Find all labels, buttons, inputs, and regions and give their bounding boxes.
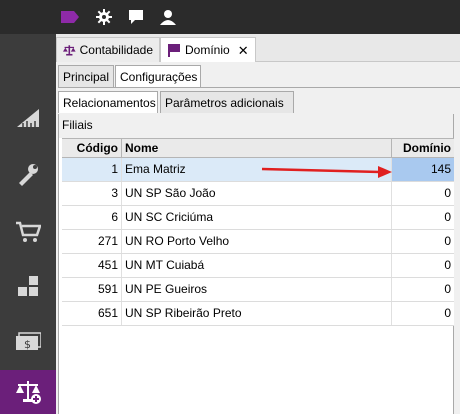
document-tab-bar: Contabilidade Domínio ✕ bbox=[56, 34, 460, 62]
flag-icon bbox=[168, 44, 180, 57]
tab-dominio[interactable]: Domínio ✕ bbox=[160, 37, 256, 62]
table-row[interactable]: 6 UN SC Criciúma 0 bbox=[62, 206, 454, 230]
cell-codigo: 1 bbox=[62, 158, 122, 181]
cell-codigo: 6 bbox=[62, 206, 122, 229]
tab-principal[interactable]: Principal bbox=[58, 65, 114, 87]
cell-dominio[interactable]: 0 bbox=[392, 254, 454, 277]
tab-parametros-adicionais[interactable]: Parâmetros adicionais bbox=[160, 91, 294, 113]
tab-label: Relacionamentos bbox=[63, 95, 156, 110]
tab-label: Configurações bbox=[120, 69, 198, 84]
cell-dominio[interactable]: 0 bbox=[392, 182, 454, 205]
relacionamentos-panel: Filiais Código Nome Domínio 1 Ema Matriz… bbox=[58, 114, 454, 414]
column-header-codigo[interactable]: Código bbox=[62, 139, 122, 158]
boxes-icon bbox=[18, 276, 38, 296]
svg-text:$: $ bbox=[24, 338, 31, 351]
table-row[interactable]: 451 UN MT Cuiabá 0 bbox=[62, 254, 454, 278]
tab-label: Parâmetros adicionais bbox=[165, 95, 284, 110]
subtabs-primary: Principal Configurações bbox=[56, 65, 460, 87]
subtabs-secondary: Relacionamentos Parâmetros adicionais bbox=[56, 91, 460, 113]
cell-nome: UN SP Ribeirão Preto bbox=[122, 302, 392, 325]
top-toolbar bbox=[0, 0, 460, 34]
cell-dominio[interactable]: 0 bbox=[392, 302, 454, 325]
table-row[interactable]: 651 UN SP Ribeirão Preto 0 bbox=[62, 302, 454, 326]
sidebar-item-money[interactable]: $ bbox=[0, 320, 56, 364]
tag-icon[interactable] bbox=[60, 7, 80, 27]
tab-contabilidade[interactable]: Contabilidade bbox=[56, 37, 160, 62]
column-header-dominio[interactable]: Domínio bbox=[392, 139, 454, 158]
cell-nome: UN MT Cuiabá bbox=[122, 254, 392, 277]
cell-dominio[interactable]: 145 bbox=[392, 158, 454, 181]
tab-relacionamentos[interactable]: Relacionamentos bbox=[58, 91, 158, 113]
cell-nome: UN PE Gueiros bbox=[122, 278, 392, 301]
ruler-icon bbox=[17, 109, 39, 127]
cell-nome: UN RO Porto Velho bbox=[122, 230, 392, 253]
scale-icon bbox=[16, 381, 41, 404]
tab-label: Principal bbox=[63, 69, 110, 84]
cell-nome: UN SC Criciúma bbox=[122, 206, 392, 229]
user-icon[interactable] bbox=[158, 7, 178, 27]
tab-configuracoes[interactable]: Configurações bbox=[115, 65, 201, 87]
table-row[interactable]: 1 Ema Matriz 145 bbox=[62, 158, 454, 182]
gear-icon[interactable] bbox=[94, 7, 114, 27]
column-header-nome[interactable]: Nome bbox=[122, 139, 392, 158]
cell-nome: Ema Matriz bbox=[122, 158, 392, 181]
tab-label: Contabilidade bbox=[79, 43, 153, 57]
tools-icon bbox=[19, 164, 38, 186]
cell-nome: UN SP São João bbox=[122, 182, 392, 205]
sidebar-item-cart[interactable] bbox=[0, 210, 56, 254]
cell-codigo: 3 bbox=[62, 182, 122, 205]
table-row[interactable]: 591 UN PE Gueiros 0 bbox=[62, 278, 454, 302]
tab-label: Domínio bbox=[185, 43, 230, 57]
sidebar-item-tools[interactable] bbox=[0, 152, 56, 196]
filiais-grid: Código Nome Domínio 1 Ema Matriz 145 3 U… bbox=[62, 138, 454, 326]
money-icon: $ bbox=[16, 332, 41, 351]
sidebar: $ bbox=[0, 34, 56, 414]
group-title: Filiais bbox=[59, 114, 453, 138]
cell-codigo: 591 bbox=[62, 278, 122, 301]
sidebar-item-contabilidade[interactable] bbox=[0, 370, 56, 414]
cell-dominio[interactable]: 0 bbox=[392, 230, 454, 253]
close-icon[interactable]: ✕ bbox=[238, 44, 249, 57]
chat-icon[interactable] bbox=[126, 7, 146, 27]
scale-icon bbox=[63, 45, 76, 56]
cell-dominio[interactable]: 0 bbox=[392, 206, 454, 229]
cart-icon bbox=[16, 221, 41, 242]
cell-codigo: 451 bbox=[62, 254, 122, 277]
grid-header: Código Nome Domínio bbox=[62, 138, 454, 158]
sidebar-item-ruler[interactable] bbox=[0, 96, 56, 140]
sidebar-item-boxes[interactable] bbox=[0, 264, 56, 308]
cell-dominio[interactable]: 0 bbox=[392, 278, 454, 301]
cell-codigo: 271 bbox=[62, 230, 122, 253]
table-row[interactable]: 271 UN RO Porto Velho 0 bbox=[62, 230, 454, 254]
divider bbox=[58, 87, 460, 88]
cell-codigo: 651 bbox=[62, 302, 122, 325]
content-area: Contabilidade Domínio ✕ Principal Config… bbox=[56, 34, 460, 414]
table-row[interactable]: 3 UN SP São João 0 bbox=[62, 182, 454, 206]
